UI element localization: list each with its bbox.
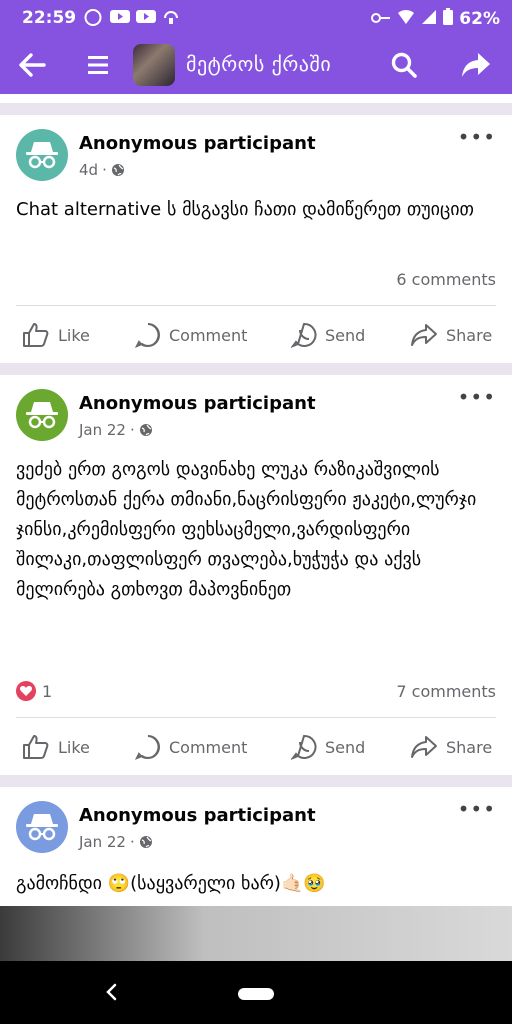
incognito-icon [26,142,58,169]
forward-arrow-icon [462,53,490,77]
comment-button[interactable]: Comment [135,727,247,767]
youtube-icon [110,9,130,24]
heart-reaction-icon [16,681,36,701]
chevron-left-icon [106,983,117,1001]
author-name[interactable]: Anonymous participant [79,393,316,414]
comments-count[interactable]: 7 comments [396,682,496,701]
group-thumbnail[interactable] [133,44,175,86]
post-text: ვეძებ ერთ გოგოს დავინახე ლუკა რაზიკაშვილ… [16,459,477,600]
post-text: გამოჩნდი 🙄(საყვარელი ხარ)🤙🏻🥹 [16,873,326,894]
avatar[interactable] [16,801,68,853]
whatsapp-icon [291,322,317,348]
whatsapp-icon [84,9,102,26]
share-button[interactable]: Share [410,315,492,355]
comment-label: Comment [169,737,248,757]
author-name[interactable]: Anonymous participant [79,805,316,826]
menu-button[interactable] [74,36,122,94]
more-options-button[interactable]: ••• [458,125,496,149]
post-text: Chat alternative ს მსგავსი ჩათი დამიწერე… [16,199,474,220]
search-button[interactable] [380,36,428,94]
post-time: 4d [79,161,99,179]
post-photo[interactable] [0,906,512,961]
post-time: Jan 22 [79,833,126,851]
post-card: Anonymous participant 4d · ••• Chat alte… [0,115,512,363]
send-label: Send [325,325,366,345]
share-label: Share [446,325,493,345]
hamburger-icon [88,56,108,74]
comment-button[interactable]: Comment [135,315,247,355]
avatar[interactable] [16,129,68,181]
post-meta: Jan 22 · [79,421,153,439]
globe-icon [111,164,124,176]
comments-count[interactable]: 6 comments [396,270,496,289]
comment-icon [135,735,160,760]
share-icon [411,736,437,758]
previous-card-edge [0,94,512,103]
post-actions: Like Comment Send Share [0,315,512,355]
share-label: Share [446,737,493,757]
system-nav-bar [0,961,512,1024]
divider [16,305,496,306]
system-tray: 62% [371,8,500,30]
whatsapp-icon [291,734,317,760]
share-button[interactable]: Share [410,727,492,767]
thumbs-up-icon [23,323,49,347]
signal-icon [421,9,437,30]
key-icon [371,9,391,29]
reaction-summary[interactable]: 1 [16,681,52,701]
status-bar: 22:59 62% [0,0,512,36]
incognito-icon [26,814,58,841]
post-actions: Like Comment Send Share [0,727,512,767]
battery-icon [443,8,454,30]
post-meta: Jan 22 · [79,833,153,851]
back-button[interactable] [8,36,56,94]
more-options-button[interactable]: ••• [458,797,496,821]
like-button[interactable]: Like [22,727,90,767]
author-name[interactable]: Anonymous participant [79,133,316,154]
send-button[interactable]: Send [291,727,365,767]
group-title[interactable]: მეტროს ქრაში [186,52,331,76]
post-meta: 4d · [79,161,125,179]
avatar[interactable] [16,389,68,441]
send-button[interactable]: Send [291,315,365,355]
reaction-count: 1 [42,681,53,701]
system-back-button[interactable] [104,983,118,1005]
send-label: Send [325,737,366,757]
home-pill[interactable] [238,988,274,1000]
comment-icon [135,323,160,348]
battery-percent: 62% [459,9,500,29]
globe-icon [139,836,152,848]
globe-icon [139,424,152,436]
divider [16,717,496,718]
hotspot-icon [162,9,180,24]
like-label: Like [58,325,90,345]
comment-label: Comment [169,325,248,345]
like-button[interactable]: Like [22,315,90,355]
post-time: Jan 22 [79,421,126,439]
share-icon [411,324,437,346]
search-icon [391,52,417,78]
youtube-icon-2 [136,9,156,24]
notification-icons [84,9,180,26]
arrow-left-icon [19,53,46,77]
thumbs-up-icon [23,735,49,759]
like-label: Like [58,737,90,757]
app-bar: მეტროს ქრაში [0,36,512,94]
status-time: 22:59 [22,8,77,28]
post-card: Anonymous participant Jan 22 · ••• ვეძებ… [0,375,512,775]
wifi-icon [397,9,415,30]
share-group-button[interactable] [452,36,500,94]
incognito-icon [26,402,58,429]
more-options-button[interactable]: ••• [458,385,496,409]
